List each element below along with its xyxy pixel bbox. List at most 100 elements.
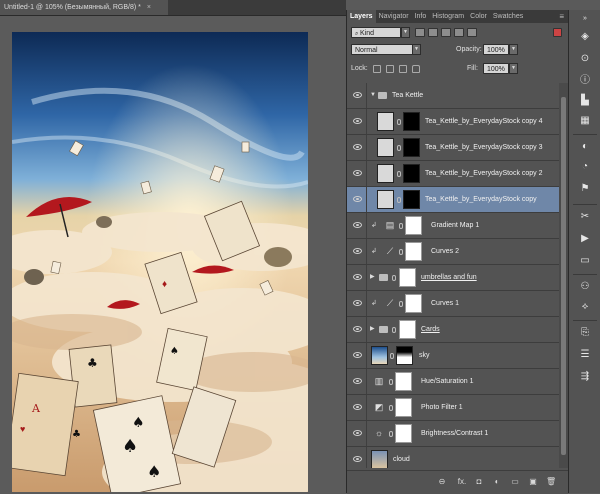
link-icon[interactable]	[397, 145, 401, 151]
layer-mask-thumbnail[interactable]	[395, 398, 412, 417]
group-mask-thumbnail[interactable]	[399, 268, 416, 287]
link-icon[interactable]	[399, 249, 403, 255]
brush-dock-icon[interactable]: ▭	[578, 254, 592, 268]
layer-row-hue-saturation-1[interactable]: ▥ Hue/Saturation 1	[347, 369, 559, 395]
paragraph-dock-icon[interactable]: ⇶	[578, 370, 592, 384]
smart-object-thumbnail[interactable]	[377, 164, 394, 183]
artwork-image[interactable]: ♠ ♠ ♠ ♣ ♠ A ♣ ♦ ♥	[12, 32, 308, 492]
new-group-icon[interactable]: ▭	[510, 477, 520, 487]
layer-row-kettle-copy[interactable]: Tea_Kettle_by_EverydayStock copy	[347, 187, 559, 213]
layer-row-photo-filter-1[interactable]: ◩ Photo Filter 1	[347, 395, 559, 421]
layer-mask-thumbnail[interactable]	[395, 372, 412, 391]
layer-row-sky[interactable]: sky	[347, 343, 559, 369]
scrollbar-thumb[interactable]	[561, 97, 566, 455]
curves-icon[interactable]: ⟋	[385, 298, 395, 308]
histogram-dock-icon[interactable]: ▙	[578, 94, 592, 108]
layer-thumbnail[interactable]	[371, 450, 388, 468]
link-icon[interactable]	[399, 301, 403, 307]
chevron-down-icon[interactable]: ▼	[401, 27, 410, 38]
actions-dock-icon[interactable]: ▶	[578, 232, 592, 246]
filter-type-icon[interactable]	[441, 28, 451, 37]
document-tab[interactable]: Untitled-1 @ 105% (Безымянный, RGB/8) * ×	[0, 0, 168, 15]
layer-mask-thumbnail[interactable]	[396, 346, 413, 365]
link-icon[interactable]	[397, 171, 401, 177]
filter-smart-object-icon[interactable]	[467, 28, 477, 37]
swatches-dock-icon[interactable]: ▦	[578, 114, 592, 128]
history-dock-icon[interactable]: ⚑	[578, 182, 592, 196]
visibility-eye-icon[interactable]	[353, 326, 362, 332]
layer-mask-thumbnail[interactable]	[395, 424, 412, 443]
group-collapsed-chevron-icon[interactable]: ▶	[370, 317, 375, 342]
layer-list[interactable]: ▼ Tea Kettle Tea_Kettle_by_EverydayStock…	[347, 83, 559, 468]
tab-layers[interactable]: Layers	[347, 10, 376, 23]
layer-row-cards[interactable]: ▶ Cards	[347, 317, 559, 343]
visibility-eye-icon[interactable]	[353, 118, 362, 124]
curves-icon[interactable]: ⟋	[385, 246, 395, 256]
tab-color[interactable]: Color	[467, 10, 490, 23]
filter-shape-icon[interactable]	[454, 28, 464, 37]
layer-mask-thumbnail[interactable]	[403, 190, 420, 209]
layer-mask-thumbnail[interactable]	[403, 164, 420, 183]
styles-dock-icon[interactable]: ◔	[578, 160, 592, 174]
canvas-area[interactable]: ♠ ♠ ♠ ♣ ♠ A ♣ ♦ ♥	[0, 16, 346, 493]
link-icon[interactable]	[397, 119, 401, 125]
trash-icon[interactable]: 🗑	[546, 477, 556, 487]
group-expanded-chevron-icon[interactable]: ▼	[370, 83, 376, 108]
link-icon[interactable]	[389, 405, 393, 411]
link-icon[interactable]	[390, 353, 394, 359]
layer-mask-thumbnail[interactable]	[403, 138, 420, 157]
layer-mask-thumbnail[interactable]	[405, 294, 422, 313]
layer-row-kettle-copy-3[interactable]: Tea_Kettle_by_EverydayStock copy 3	[347, 135, 559, 161]
layer-row-gradient-map-1[interactable]: ↲ ▤ Gradient Map 1	[347, 213, 559, 239]
visibility-eye-icon[interactable]	[353, 144, 362, 150]
visibility-eye-icon[interactable]	[353, 430, 362, 436]
blend-mode-select[interactable]: Normal	[351, 44, 421, 55]
layer-row-tea-kettle[interactable]: ▼ Tea Kettle	[347, 83, 559, 109]
tab-histogram[interactable]: Histogram	[429, 10, 467, 23]
add-mask-icon[interactable]: ◘	[474, 477, 484, 487]
info-dock-icon[interactable]: ⓘ	[578, 74, 592, 88]
layer-mask-thumbnail[interactable]	[405, 216, 422, 235]
link-icon[interactable]	[399, 223, 403, 229]
brightness-contrast-icon[interactable]: ☼	[374, 428, 384, 438]
gradient-map-icon[interactable]: ▤	[385, 220, 395, 230]
visibility-eye-icon[interactable]	[353, 92, 362, 98]
smart-object-thumbnail[interactable]	[377, 112, 394, 131]
visibility-eye-icon[interactable]	[353, 248, 362, 254]
adjustment-layer-icon[interactable]: ◐	[492, 477, 502, 487]
visibility-eye-icon[interactable]	[353, 404, 362, 410]
close-icon[interactable]: ×	[147, 4, 151, 11]
channels-dock-icon[interactable]: ⎘	[578, 326, 592, 340]
smart-object-thumbnail[interactable]	[377, 190, 394, 209]
opacity-input[interactable]: 100%	[483, 44, 509, 55]
layer-mask-thumbnail[interactable]	[405, 242, 422, 261]
navigator-dock-icon[interactable]: ⊙	[578, 52, 592, 66]
link-layers-icon[interactable]: ⊖	[437, 477, 447, 487]
tab-swatches[interactable]: Swatches	[490, 10, 526, 23]
kind-filter-select[interactable]: ⌕ Kind	[351, 27, 401, 38]
lock-transparent-icon[interactable]	[373, 65, 381, 73]
layers-dock-icon[interactable]: ◈	[578, 30, 592, 44]
tab-info[interactable]: Info	[412, 10, 430, 23]
link-icon[interactable]	[397, 197, 401, 203]
visibility-eye-icon[interactable]	[353, 352, 362, 358]
visibility-eye-icon[interactable]	[353, 456, 362, 462]
photo-filter-icon[interactable]: ◩	[374, 402, 384, 412]
fill-chevron-icon[interactable]: ▼	[509, 63, 518, 74]
new-layer-icon[interactable]: ▣	[528, 477, 538, 487]
adjustments-dock-icon[interactable]: ◐	[578, 140, 592, 154]
layer-mask-thumbnail[interactable]	[403, 112, 420, 131]
link-icon[interactable]	[392, 275, 396, 281]
layer-row-curves-2[interactable]: ↲ ⟋ Curves 2	[347, 239, 559, 265]
layer-list-scrollbar[interactable]	[559, 83, 568, 468]
fill-input[interactable]: 100%	[483, 63, 509, 74]
layer-row-curves-1[interactable]: ↲ ⟋ Curves 1	[347, 291, 559, 317]
lock-all-icon[interactable]	[412, 65, 420, 73]
layer-row-umbrellas-and-fun[interactable]: ▶ umbrellas and fun	[347, 265, 559, 291]
group-mask-thumbnail[interactable]	[399, 320, 416, 339]
filter-pixel-icon[interactable]	[415, 28, 425, 37]
link-icon[interactable]	[392, 327, 396, 333]
tab-navigator[interactable]: Navigator	[376, 10, 412, 23]
visibility-eye-icon[interactable]	[353, 378, 362, 384]
layer-row-cloud[interactable]: cloud	[347, 447, 559, 468]
